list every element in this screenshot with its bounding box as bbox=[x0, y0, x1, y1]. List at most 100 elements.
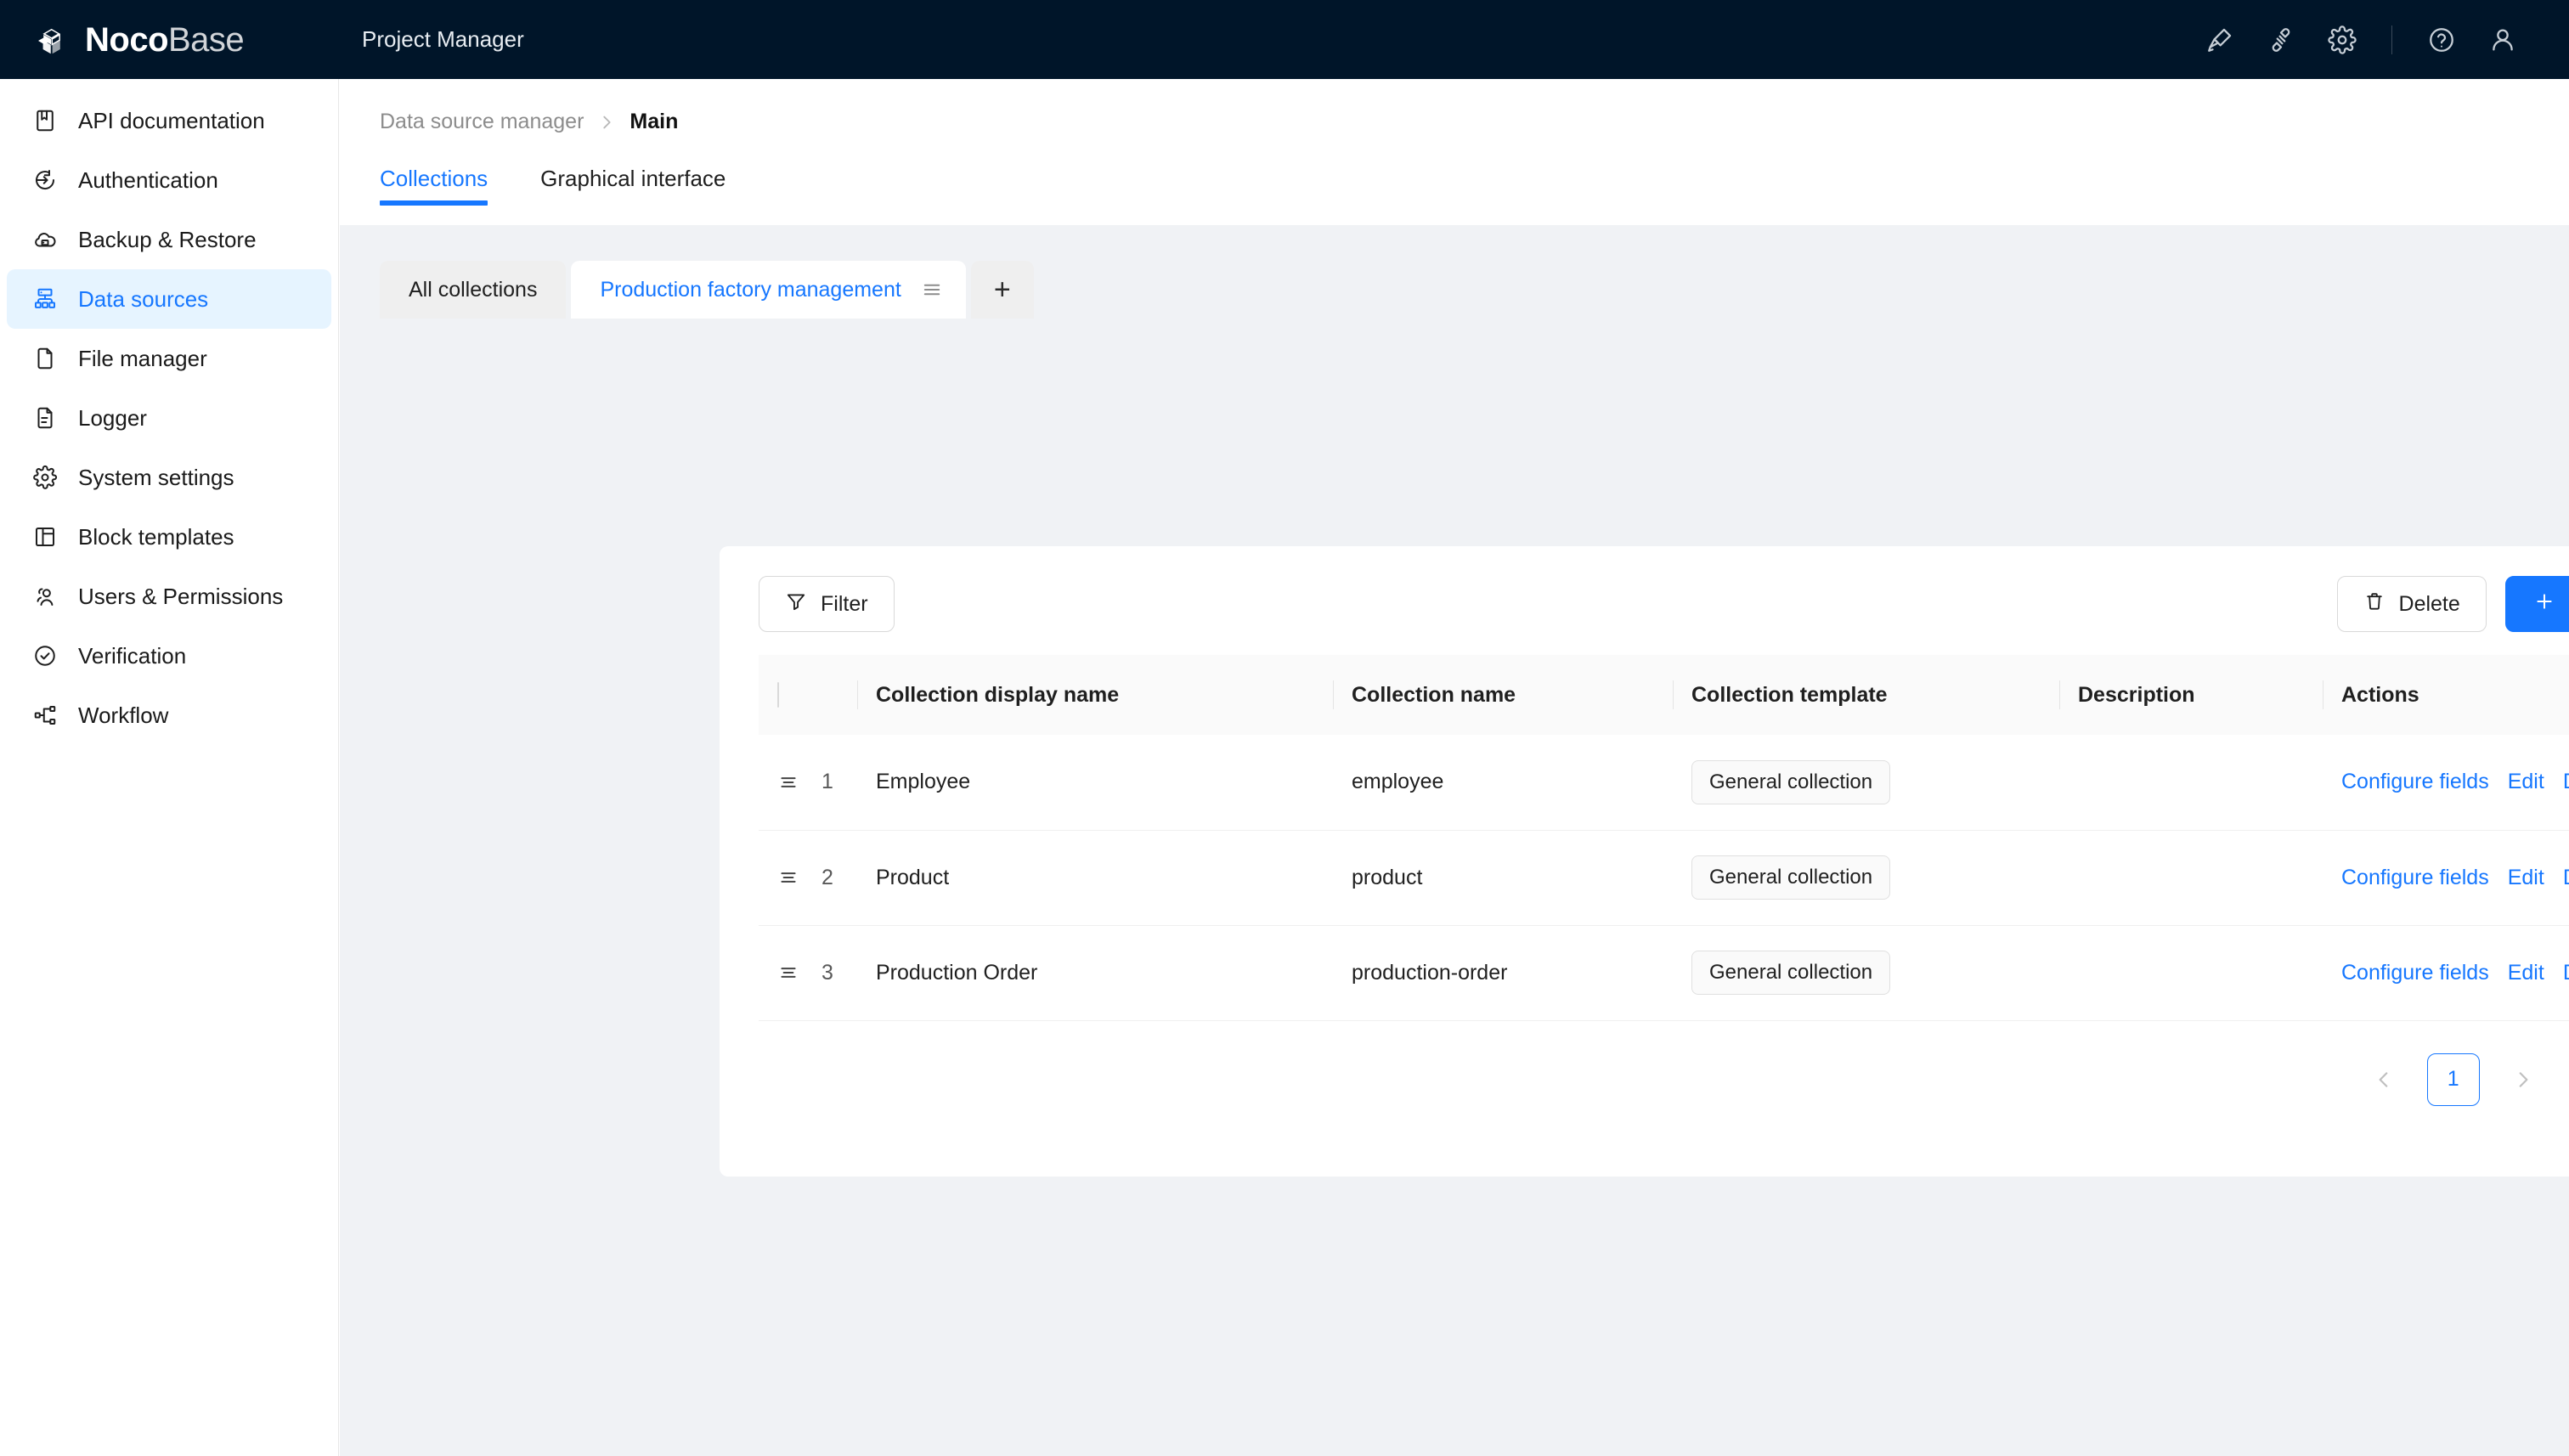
table-row[interactable]: 1 Employee employee General collection C… bbox=[759, 735, 2569, 830]
row-drag-index-cell: 1 bbox=[759, 735, 857, 830]
header-collection-display-name: Collection display name bbox=[857, 655, 1333, 735]
sidebar-item-system-settings[interactable]: System settings bbox=[7, 448, 331, 507]
sidebar-item-label: API documentation bbox=[78, 110, 265, 132]
tab-graphical-interface[interactable]: Graphical interface bbox=[540, 166, 726, 206]
sidebar-item-label: Verification bbox=[78, 645, 186, 667]
help-circle-icon[interactable] bbox=[2411, 0, 2472, 79]
sidebar-item-file-manager[interactable]: File manager bbox=[7, 329, 331, 388]
gear-icon[interactable] bbox=[2312, 0, 2373, 79]
highlighter-icon[interactable] bbox=[2189, 0, 2250, 79]
pagination-next-button[interactable] bbox=[2497, 1053, 2549, 1106]
header-description: Description bbox=[2059, 655, 2323, 735]
cell-description bbox=[2059, 830, 2323, 925]
pagination: 1 50 / page bbox=[759, 1021, 2569, 1108]
login-arrow-icon bbox=[31, 166, 59, 195]
tab-collections[interactable]: Collections bbox=[380, 166, 488, 206]
breadcrumb-parent[interactable]: Data source manager bbox=[380, 110, 584, 134]
check-circle-icon bbox=[31, 641, 59, 670]
select-all-header bbox=[759, 655, 857, 735]
sidebar-item-authentication[interactable]: Authentication bbox=[7, 150, 331, 210]
sidebar-item-api-documentation[interactable]: API documentation bbox=[7, 91, 331, 150]
cell-collection-name: employee bbox=[1333, 735, 1673, 830]
subtab-label: Production factory management bbox=[600, 278, 901, 302]
sidebar-item-label: File manager bbox=[78, 347, 207, 370]
edit-link[interactable]: Edit bbox=[2508, 770, 2544, 794]
sidebar-item-workflow[interactable]: Workflow bbox=[7, 686, 331, 745]
logo-text-noco: Noco bbox=[85, 21, 168, 59]
row-drag-index-cell: 2 bbox=[759, 830, 857, 925]
table-toolbar: Filter Delete bbox=[759, 568, 2569, 640]
add-collection-category-button[interactable]: + bbox=[971, 261, 1034, 319]
sidebar-item-backup-restore[interactable]: Backup & Restore bbox=[7, 210, 331, 269]
nocobase-cube-logo-icon bbox=[31, 19, 73, 61]
file-icon bbox=[31, 344, 59, 373]
delete-link[interactable]: Delete bbox=[2563, 961, 2569, 985]
collection-category-tabs: All collections Production factory manag… bbox=[340, 225, 2569, 319]
gear-icon bbox=[31, 463, 59, 492]
configure-fields-link[interactable]: Configure fields bbox=[2341, 961, 2489, 985]
drag-handle-icon[interactable] bbox=[777, 962, 799, 984]
sidebar-item-label: Users & Permissions bbox=[78, 585, 283, 607]
plugin-icon[interactable] bbox=[2250, 0, 2312, 79]
configure-fields-link[interactable]: Configure fields bbox=[2341, 770, 2489, 794]
table-header-row: Collection display name Collection name … bbox=[759, 655, 2569, 735]
collection-template-tag: General collection bbox=[1691, 855, 1890, 900]
edit-link[interactable]: Edit bbox=[2508, 866, 2544, 890]
cell-collection-name: production-order bbox=[1333, 925, 1673, 1020]
header-collection-template: Collection template bbox=[1673, 655, 2059, 735]
app-title: Project Manager bbox=[340, 26, 524, 53]
cell-collection-template: General collection bbox=[1673, 830, 2059, 925]
edit-link[interactable]: Edit bbox=[2508, 961, 2544, 985]
sidebar-item-block-templates[interactable]: Block templates bbox=[7, 507, 331, 567]
cell-actions: Configure fields Edit Delete bbox=[2323, 735, 2569, 830]
sidebar-item-label: Workflow bbox=[78, 704, 168, 726]
configure-fields-link[interactable]: Configure fields bbox=[2341, 866, 2489, 890]
file-lines-icon bbox=[31, 404, 59, 432]
header-actions: Actions bbox=[2323, 655, 2569, 735]
delete-button[interactable]: Delete bbox=[2337, 576, 2487, 632]
collections-card: Filter Delete bbox=[720, 546, 2569, 1177]
sidebar-item-label: Data sources bbox=[78, 288, 208, 310]
database-tree-icon bbox=[31, 285, 59, 313]
delete-link[interactable]: Delete bbox=[2563, 866, 2569, 890]
pagination-page-1[interactable]: 1 bbox=[2427, 1053, 2480, 1106]
row-index: 1 bbox=[822, 770, 833, 794]
header-collection-name: Collection name bbox=[1333, 655, 1673, 735]
sidebar-item-label: Block templates bbox=[78, 526, 234, 548]
cell-description bbox=[2059, 925, 2323, 1020]
cell-actions: Configure fields Edit Delete bbox=[2323, 925, 2569, 1020]
header-actions bbox=[2189, 0, 2569, 79]
main-tab-bar: Collections Graphical interface bbox=[340, 155, 2569, 206]
select-all-checkbox[interactable] bbox=[777, 682, 779, 708]
collections-table: Collection display name Collection name … bbox=[759, 655, 2569, 1021]
sidebar-item-verification[interactable]: Verification bbox=[7, 626, 331, 686]
cell-actions: Configure fields Edit Delete bbox=[2323, 830, 2569, 925]
filter-icon bbox=[785, 590, 807, 618]
sidebar-item-label: Logger bbox=[78, 407, 147, 429]
create-collection-button[interactable]: Create collection bbox=[2505, 576, 2569, 632]
row-drag-index-cell: 3 bbox=[759, 925, 857, 1020]
row-index: 3 bbox=[822, 961, 833, 985]
sidebar-item-logger[interactable]: Logger bbox=[7, 388, 331, 448]
users-icon bbox=[31, 582, 59, 611]
cell-description bbox=[2059, 735, 2323, 830]
subtab-production-factory-management[interactable]: Production factory management bbox=[571, 261, 965, 319]
delete-link[interactable]: Delete bbox=[2563, 770, 2569, 794]
subtab-all-collections[interactable]: All collections bbox=[380, 261, 566, 319]
sidebar-item-label: System settings bbox=[78, 466, 234, 488]
sidebar-item-label: Backup & Restore bbox=[78, 229, 257, 251]
sidebar-item-users-permissions[interactable]: Users & Permissions bbox=[7, 567, 331, 626]
brand-logo[interactable]: NocoBase bbox=[0, 19, 340, 61]
filter-button[interactable]: Filter bbox=[759, 576, 895, 632]
sidebar-item-data-sources[interactable]: Data sources bbox=[7, 269, 331, 329]
drag-handle-icon[interactable] bbox=[777, 771, 799, 793]
filter-button-label: Filter bbox=[821, 592, 868, 617]
table-row[interactable]: 2 Product product General collection Con… bbox=[759, 830, 2569, 925]
pagination-prev-button[interactable] bbox=[2357, 1053, 2410, 1106]
chevron-right-icon bbox=[597, 113, 616, 132]
table-row[interactable]: 3 Production Order production-order Gene… bbox=[759, 925, 2569, 1020]
drag-handle-icon[interactable] bbox=[777, 866, 799, 889]
delete-button-label: Delete bbox=[2399, 592, 2460, 617]
subtab-menu-icon[interactable] bbox=[920, 278, 944, 302]
user-avatar-icon[interactable] bbox=[2472, 0, 2533, 79]
